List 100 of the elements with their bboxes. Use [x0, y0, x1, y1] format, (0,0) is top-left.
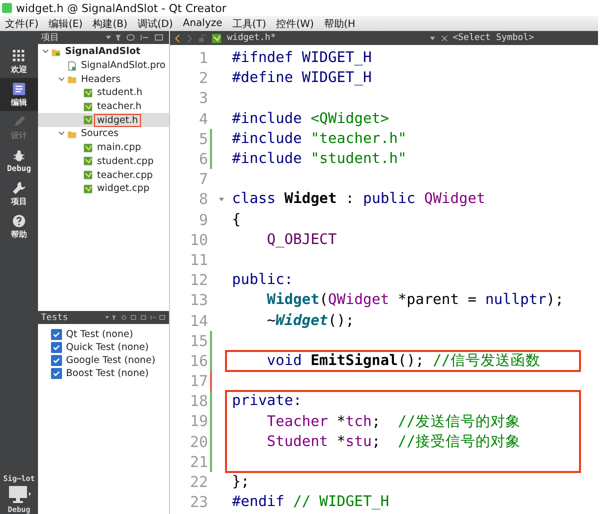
tree-item[interactable]: teacher.h: [95, 101, 144, 112]
file-icon: [83, 88, 93, 98]
help-icon: [12, 214, 26, 228]
close-icon[interactable]: [440, 34, 448, 42]
line-number: 21: [188, 452, 208, 471]
bug-icon: [12, 148, 26, 162]
checkbox[interactable]: [51, 329, 62, 340]
menu-item[interactable]: 工具(T): [227, 16, 272, 30]
line-number: 6: [198, 150, 208, 168]
code-line: #endif // WIDGET_H: [232, 494, 390, 510]
code-line: #include "student.h": [232, 151, 407, 168]
file-icon: [83, 102, 93, 112]
tree-item[interactable]: teacher.cpp: [95, 170, 155, 181]
dropdown-caret-icon[interactable]: [428, 34, 436, 42]
checkbox[interactable]: [51, 355, 62, 366]
code-line: public:: [232, 272, 294, 288]
wrench-icon: [12, 180, 26, 194]
code-line: ~Widget();: [266, 312, 354, 329]
mode-button[interactable]: 欢迎: [0, 45, 38, 78]
test-label: Quick Test (none): [66, 342, 149, 353]
line-number: 23: [188, 493, 208, 512]
checkbox[interactable]: [51, 342, 62, 353]
code-line: #include <QWidget>: [232, 110, 390, 127]
menu-item[interactable]: 控件(W): [271, 16, 319, 30]
line-number: 2: [198, 69, 208, 88]
mode-button[interactable]: 编辑: [0, 78, 38, 111]
checkbox[interactable]: [51, 368, 62, 379]
line-number: 3: [198, 89, 208, 108]
pencil-icon: [12, 114, 26, 128]
window-title: widget.h @ SignalAndSlot - Qt Creator: [16, 2, 226, 14]
line-number: 19: [188, 412, 208, 430]
line-number: 5: [198, 130, 208, 148]
code-line: Teacher *tch; //发送信号的对象: [266, 412, 520, 431]
line-number: 7: [198, 170, 208, 188]
line-number: 13: [188, 291, 208, 310]
code-line: {: [232, 212, 241, 228]
code-line: Widget(QWidget *parent = nullptr);: [266, 292, 564, 308]
line-number: 4: [198, 110, 208, 128]
grid-icon: [12, 48, 26, 62]
tree-item[interactable]: widget.cpp: [95, 183, 152, 194]
test-label: Qt Test (none): [66, 329, 134, 340]
monitor-icon[interactable]: [6, 485, 32, 503]
line-number: 16: [188, 352, 208, 370]
code-line: };: [232, 474, 250, 490]
app-logo-icon: [2, 3, 12, 13]
mode-button[interactable]: Debug: [0, 144, 38, 177]
line-number: 18: [188, 392, 208, 410]
mode-button[interactable]: 项目: [0, 177, 38, 210]
file-icon: [83, 170, 93, 180]
tree-item[interactable]: SignalAndSlot: [63, 46, 142, 58]
folder-icon: [67, 74, 77, 84]
line-number: 9: [198, 210, 208, 229]
code-line: Student *stu; //接受信号的对象: [266, 433, 520, 452]
tree-item[interactable]: Sources: [79, 128, 121, 140]
fold-arrow-icon[interactable]: [218, 196, 225, 204]
folder-icon: [67, 128, 77, 139]
menu-item[interactable]: 帮助(H: [318, 16, 360, 30]
menu-item[interactable]: 编辑(E): [44, 16, 88, 30]
line-number: 22: [188, 473, 208, 492]
code-line: void EmitSignal(); //信号发送函数: [266, 352, 540, 370]
code-line: class Widget : public QWidget: [232, 191, 486, 208]
menu-item[interactable]: Analyze: [178, 18, 228, 29]
line-number: 20: [188, 432, 208, 451]
tree-item[interactable]: student.cpp: [95, 156, 156, 167]
mode-button[interactable]: 帮助: [0, 210, 38, 243]
code-line: #ifndef WIDGET_H: [232, 50, 372, 66]
panel-title: Tests: [41, 312, 68, 322]
test-label: Boost Test (none): [66, 368, 149, 379]
code-line: #include "teacher.h": [232, 130, 407, 147]
menu-item[interactable]: 调试(D): [132, 16, 178, 30]
tree-item[interactable]: student.h: [95, 87, 144, 98]
line-number: 10: [188, 230, 208, 249]
test-label: Google Test (none): [66, 355, 156, 366]
file-icon: [83, 142, 93, 153]
file-tab[interactable]: widget.h*: [227, 33, 276, 43]
folder-icon: [51, 46, 61, 57]
line-number: 1: [198, 49, 208, 68]
code-line: Q_OBJECT: [266, 232, 337, 248]
code-line: #define WIDGET_H: [232, 70, 372, 86]
tree-item[interactable]: main.cpp: [95, 142, 144, 154]
file-icon: [211, 32, 222, 44]
line-number: 15: [188, 332, 208, 350]
line-number: 12: [188, 271, 208, 290]
menu-item[interactable]: 构建(B): [88, 16, 132, 30]
tree-item[interactable]: Headers: [79, 74, 123, 85]
panel-toolbar-icons[interactable]: [104, 313, 166, 322]
line-number: 17: [188, 372, 208, 390]
file-icon: [83, 115, 93, 126]
menu-item[interactable]: 文件(F): [0, 16, 44, 30]
panel-toolbar-icons[interactable]: [104, 33, 166, 42]
symbol-selector[interactable]: <Select Symbol>: [452, 33, 594, 43]
tree-item[interactable]: SignalAndSlot.pro: [79, 60, 168, 72]
panel-title: 项目: [41, 32, 59, 44]
file-icon: [83, 156, 93, 166]
line-number: 8: [198, 190, 208, 208]
line-number: 11: [188, 250, 208, 269]
code-line: private:: [232, 393, 302, 410]
project-file-icon: [67, 60, 77, 71]
document-icon: [12, 82, 26, 96]
file-icon: [83, 184, 93, 194]
